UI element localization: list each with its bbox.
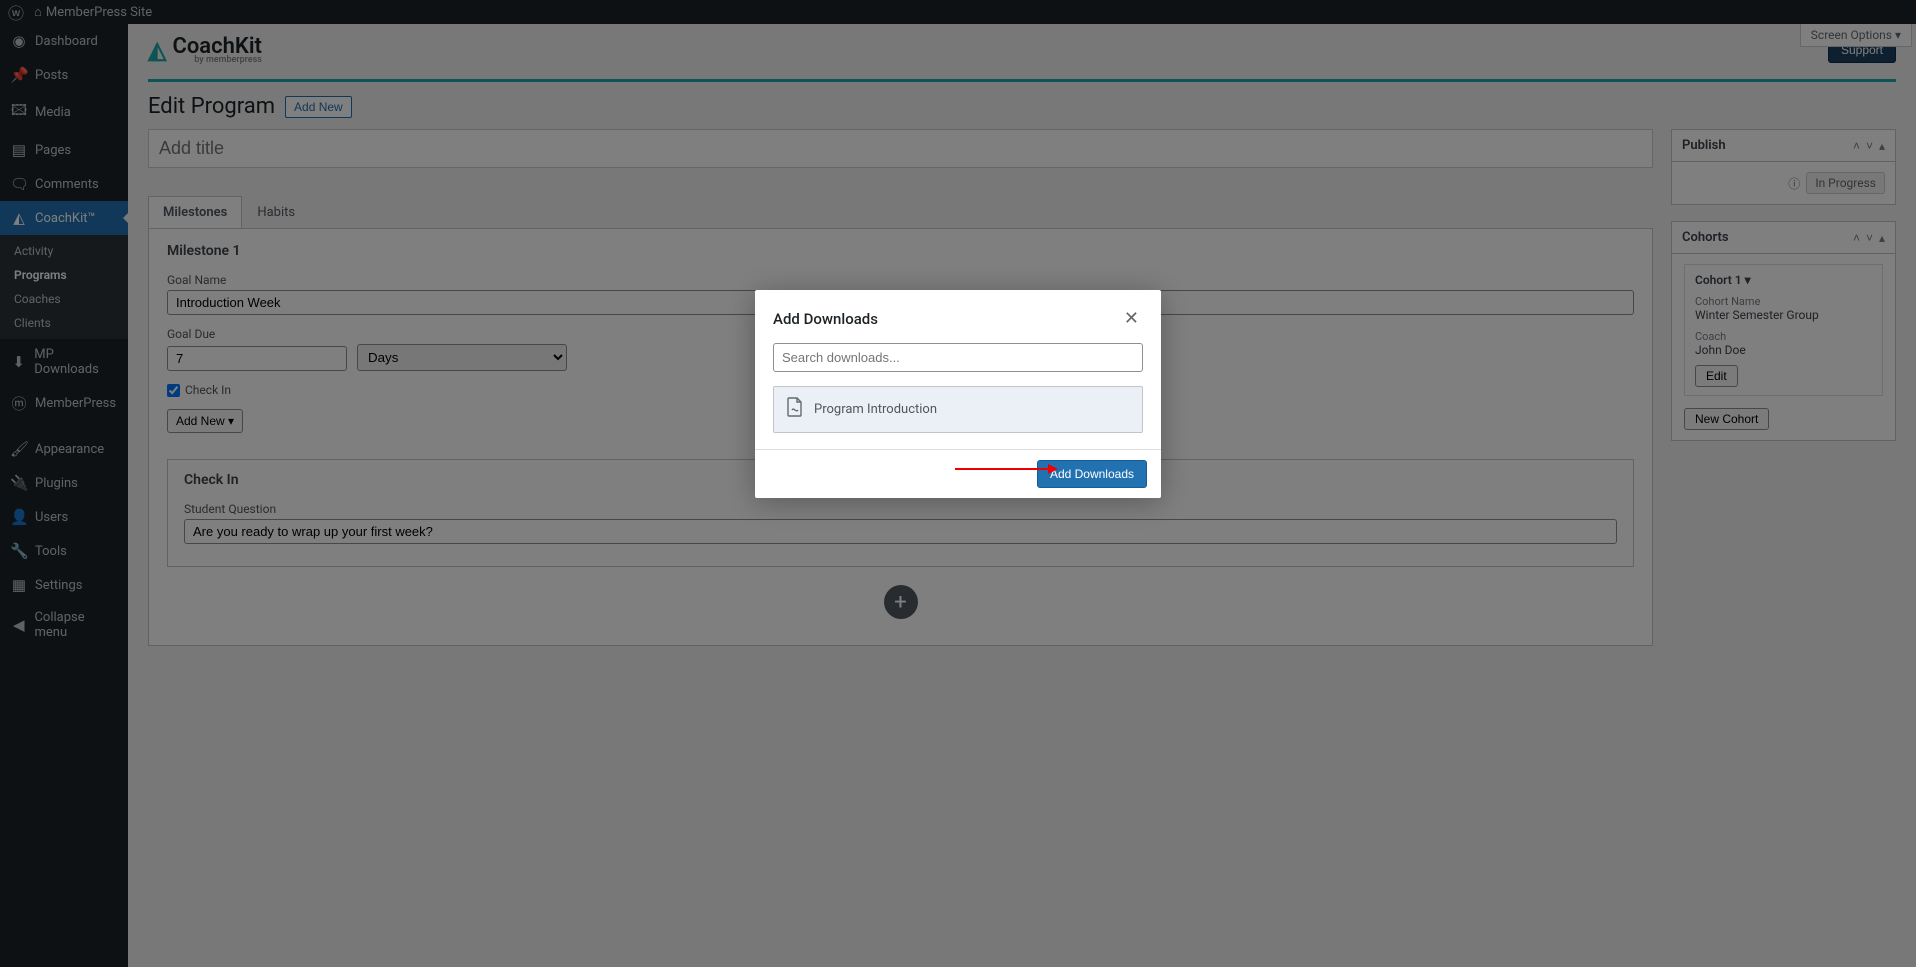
annotation-arrow xyxy=(955,468,1055,470)
download-item[interactable]: Program Introduction xyxy=(773,386,1143,433)
modal-title: Add Downloads xyxy=(773,310,878,328)
add-downloads-modal: Add Downloads ✕ Program Introduction Add… xyxy=(755,290,1161,498)
search-downloads-input[interactable] xyxy=(773,343,1143,372)
modal-overlay: Add Downloads ✕ Program Introduction Add… xyxy=(0,0,1916,967)
close-icon[interactable]: ✕ xyxy=(1120,306,1143,331)
download-item-name: Program Introduction xyxy=(814,402,937,417)
file-pdf-icon xyxy=(786,397,804,422)
